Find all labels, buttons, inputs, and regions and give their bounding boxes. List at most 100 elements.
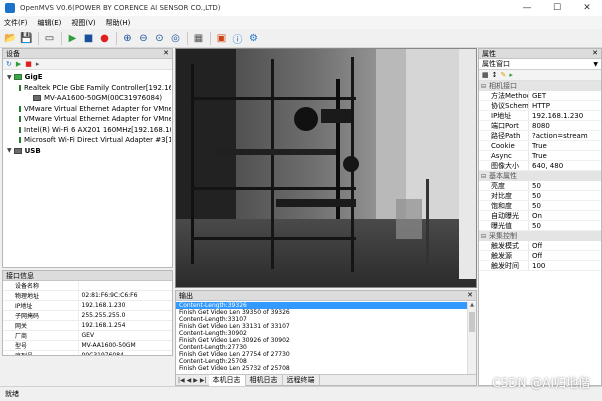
property-value[interactable]: 50 (529, 181, 541, 190)
property-row[interactable]: 触发源 Off (479, 251, 601, 261)
menu-file[interactable]: 文件(F) (4, 18, 28, 28)
collapse-icon[interactable]: ⊟ (481, 233, 486, 240)
property-value[interactable]: 100 (529, 261, 545, 270)
grid-icon[interactable]: ▦ (191, 31, 206, 46)
log-line[interactable]: Finish Get Video Len 39350 of 39326 (176, 309, 467, 316)
device-tree-item[interactable]: VMware Virtual Ethernet Adapter for VMne… (19, 104, 171, 114)
collapse-icon[interactable]: ⊟ (481, 83, 486, 90)
properties-combo[interactable]: 属性窗口 ▼ (479, 59, 601, 70)
property-value[interactable]: 50 (529, 191, 541, 200)
categorized-icon[interactable]: ▦ (482, 71, 489, 79)
property-row[interactable]: 饱和度 50 (479, 201, 601, 211)
refresh-icon[interactable]: ↻ (6, 60, 12, 68)
device-tree-item[interactable]: Intel(R) Wi-Fi 6 AX201 160MHz[192.168.10… (19, 125, 171, 135)
zoom-fit-icon[interactable]: ⊙ (152, 31, 167, 46)
log-line[interactable]: Finish Get Video Len 25732 of 25708 (176, 365, 467, 372)
property-row[interactable]: 触发时间 100 (479, 261, 601, 271)
property-row[interactable]: 触发模式 Off (479, 241, 601, 251)
menu-edit[interactable]: 编辑(E) (38, 18, 62, 28)
property-row[interactable]: IP地址 192.168.1.230 (479, 111, 601, 121)
minimize-button[interactable]: — (512, 0, 542, 16)
property-row[interactable]: Cookie True (479, 141, 601, 151)
log-scrollbar[interactable]: ▲ (467, 302, 476, 375)
zoom-in-icon[interactable]: ⊕ (120, 31, 135, 46)
more-icon[interactable]: ▸ (36, 60, 40, 68)
device-tree-item[interactable]: ▼ GigE (7, 72, 171, 82)
sort-icon[interactable]: ↕ (492, 71, 498, 79)
prev-icon[interactable]: ◀ (187, 377, 192, 384)
close-button[interactable]: ✕ (572, 0, 602, 16)
device-tree-item[interactable]: Realtek PCIe GbE Family Controller[192.1… (19, 83, 171, 93)
more-icon[interactable]: ▸ (509, 71, 513, 79)
save-icon[interactable]: 💾 (19, 31, 34, 46)
open-folder-icon[interactable]: 📂 (3, 31, 18, 46)
property-category[interactable]: ⊟ 相机接口 (479, 81, 601, 91)
property-row[interactable]: 曝光值 50 (479, 221, 601, 231)
log-line[interactable]: Finish Get Video Len 27754 of 27730 (176, 351, 467, 358)
monitor-icon[interactable]: ▭ (42, 31, 57, 46)
property-category[interactable]: ⊟ 采集控制 (479, 231, 601, 241)
log-line[interactable]: Finish Get Video Len 30926 of 30902 (176, 337, 467, 344)
property-row[interactable]: 对比度 50 (479, 191, 601, 201)
stop-icon[interactable]: ■ (81, 31, 96, 46)
info-icon[interactable]: ⓘ (230, 31, 245, 46)
scroll-up-icon[interactable]: ▲ (468, 302, 476, 310)
log-line[interactable]: Finish Get Video Len 33131 of 33107 (176, 323, 467, 330)
tab-remote-terminal[interactable]: 远程终端 (283, 374, 320, 386)
property-value[interactable]: True (529, 141, 547, 150)
device-tree-item[interactable]: MV-AA1600-50GM(00C31976084) (33, 93, 171, 103)
edit-icon[interactable]: ✎ (501, 71, 507, 79)
settings-icon[interactable]: ⚙ (246, 31, 261, 46)
log-line[interactable]: Content-Length:39326 (176, 302, 467, 309)
property-row[interactable]: 协议Schema HTTP (479, 101, 601, 111)
camera-image-view[interactable] (175, 48, 477, 288)
close-icon[interactable]: ✕ (163, 49, 169, 57)
zoom-out-icon[interactable]: ⊖ (136, 31, 151, 46)
property-value[interactable]: True (529, 151, 547, 160)
property-row[interactable]: 图像大小 640, 480 (479, 161, 601, 171)
property-value[interactable]: On (529, 211, 542, 220)
close-icon[interactable]: ✕ (467, 291, 473, 299)
log-line[interactable]: Content-Length:30902 (176, 330, 467, 337)
property-value[interactable]: 50 (529, 201, 541, 210)
device-tree-item[interactable]: Microsoft Wi-Fi Direct Virtual Adapter #… (19, 135, 171, 145)
log-list[interactable]: Content-Length:39326 Finish Get Video Len… (176, 302, 467, 375)
scroll-thumb[interactable] (469, 312, 475, 332)
property-value[interactable]: Off (529, 241, 542, 250)
menu-view[interactable]: 视图(V) (71, 18, 95, 28)
next-icon[interactable]: ▶ (193, 377, 198, 384)
collapse-icon[interactable]: ⊟ (481, 173, 486, 180)
expand-icon[interactable]: ▼ (7, 147, 12, 154)
property-row[interactable]: 端口Port 8080 (479, 121, 601, 131)
property-row[interactable]: Async True (479, 151, 601, 161)
property-value[interactable]: 50 (529, 221, 541, 230)
log-line[interactable]: Content-Length:25708 (176, 358, 467, 365)
device-tree-item[interactable]: ▼ USB (7, 146, 171, 156)
expand-icon[interactable]: ▼ (7, 74, 12, 81)
cart-icon[interactable]: ▣ (214, 31, 229, 46)
property-row[interactable]: 自动曝光 On (479, 211, 601, 221)
property-row[interactable]: 亮度 50 (479, 181, 601, 191)
property-category[interactable]: ⊟ 基本属性 (479, 171, 601, 181)
close-icon[interactable]: ✕ (592, 49, 598, 57)
menu-help[interactable]: 帮助(H) (106, 18, 131, 28)
log-line[interactable]: Content-Length:27730 (176, 344, 467, 351)
device-tree-item[interactable]: VMware Virtual Ethernet Adapter for VMne… (19, 114, 171, 124)
property-value[interactable]: 8080 (529, 121, 550, 130)
record-icon[interactable]: ● (97, 31, 112, 46)
property-value[interactable]: GET (529, 91, 546, 100)
play-icon[interactable]: ▶ (65, 31, 80, 46)
property-value[interactable]: Off (529, 251, 542, 260)
property-value[interactable]: 192.168.1.230 (529, 111, 583, 120)
last-icon[interactable]: ▶| (200, 377, 207, 384)
play-icon[interactable]: ▶ (16, 60, 21, 68)
property-row[interactable]: 路径Path ?action=stream (479, 131, 601, 141)
tab-local-log[interactable]: 本机日志 (208, 374, 246, 386)
log-line[interactable]: Content-Length:33107 (176, 316, 467, 323)
tab-camera-log[interactable]: 相机日志 (246, 374, 283, 386)
property-value[interactable]: HTTP (529, 101, 550, 110)
property-value[interactable]: ?action=stream (529, 131, 588, 140)
property-value[interactable]: 640, 480 (529, 161, 563, 170)
maximize-button[interactable]: ☐ (542, 0, 572, 16)
property-row[interactable]: 方法Method GET (479, 91, 601, 101)
